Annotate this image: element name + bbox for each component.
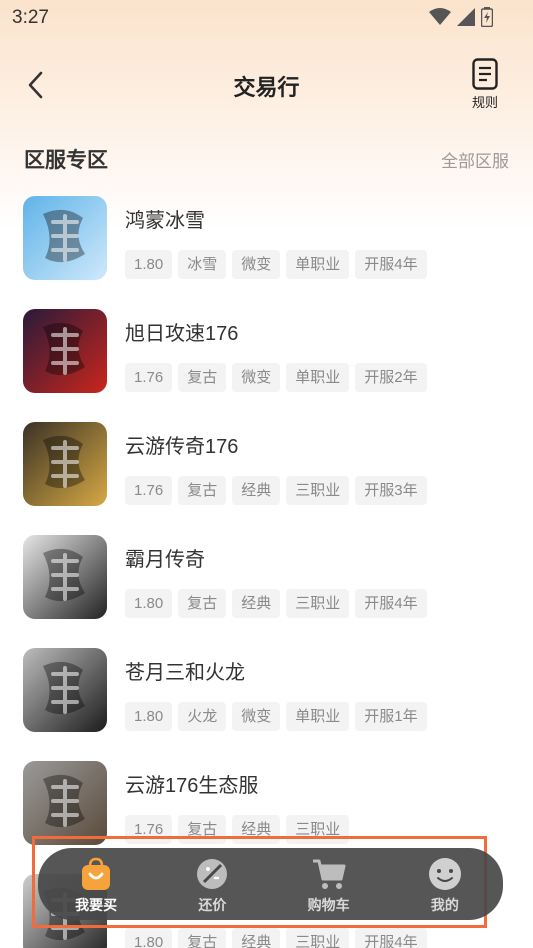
game-tag: 微变: [232, 250, 281, 279]
game-list-item[interactable]: 云游传奇176 1.76 复古 经典 三职业 开服3年: [0, 416, 533, 529]
tab-cart[interactable]: 购物车: [271, 848, 387, 920]
game-list-item[interactable]: 霸月传奇 1.80 复古 经典 三职业 开服4年: [0, 529, 533, 642]
signal-icon: [457, 8, 475, 26]
game-name: 鸿蒙冰雪: [125, 210, 205, 232]
game-tags: 1.76 复古 微变 单职业 开服2年: [125, 363, 427, 392]
game-tag: 经典: [232, 589, 281, 618]
game-name: 云游传奇176: [125, 436, 239, 458]
game-tag: 微变: [232, 702, 281, 731]
game-tag: 单职业: [286, 363, 350, 392]
battery-icon: [481, 7, 493, 27]
game-tag: 冰雪: [178, 250, 227, 279]
game-tag: 开服4年: [355, 250, 427, 279]
game-list-item[interactable]: 苍月三和火龙 1.80 火龙 微变 单职业 开服1年: [0, 642, 533, 755]
game-tags: 1.80 冰雪 微变 单职业 开服4年: [125, 250, 427, 279]
game-tag: 复古: [178, 363, 227, 392]
game-name: 霸月传奇: [125, 549, 205, 571]
smiley-icon: [428, 858, 461, 890]
game-tag: 开服3年: [355, 476, 427, 505]
game-tag: 经典: [232, 476, 281, 505]
section-title: 区服专区: [24, 149, 108, 172]
game-name: 云游176生态服: [125, 775, 259, 797]
game-list: 鸿蒙冰雪 1.80 冰雪 微变 单职业 开服4年 旭日攻速176 1.76 复古 微变 单职业 开服2…: [0, 190, 533, 948]
game-tags: 1.80 复古 经典 三职业 开服4年: [125, 589, 427, 618]
ice-dragon-icon: [23, 196, 107, 280]
game-name: 旭日攻速176: [125, 323, 239, 345]
game-tag: 三职业: [286, 476, 350, 505]
game-tag: 复古: [178, 589, 227, 618]
game-tag: 开服4年: [355, 928, 427, 948]
game-tag: 开服2年: [355, 363, 427, 392]
tab-label: 我的: [430, 897, 459, 913]
game-tag: 复古: [178, 928, 227, 948]
sword-icon: [23, 309, 107, 393]
game-tag: 开服1年: [355, 702, 427, 731]
page-title: 交易行: [233, 75, 300, 100]
game-list-item[interactable]: 旭日攻速176 1.76 复古 微变 单职业 开服2年: [0, 303, 533, 416]
game-tag: 单职业: [286, 250, 350, 279]
game-list-item[interactable]: 鸿蒙冰雪 1.80 冰雪 微变 单职业 开服4年: [0, 190, 533, 303]
section-header: 区服专区 全部区服: [24, 140, 509, 176]
game-tag: 火龙: [178, 702, 227, 731]
tab-label: 还价: [198, 897, 227, 913]
yunyou-stone-icon: [23, 761, 107, 845]
dragon-icon: [23, 535, 107, 619]
wifi-icon: [429, 8, 451, 25]
game-tag: 三职业: [286, 928, 350, 948]
all-servers-link[interactable]: 全部区服: [441, 147, 509, 172]
game-tag: 微变: [232, 363, 281, 392]
game-tag: 1.80: [125, 928, 173, 948]
game-name: 苍月三和火龙: [125, 662, 245, 684]
game-tag: 经典: [232, 928, 281, 948]
game-tag: 1.76: [125, 476, 173, 505]
game-tag: 三职业: [286, 589, 350, 618]
fire-dragon-icon: [23, 648, 107, 732]
bargain-icon: [197, 859, 228, 889]
shopping-bag-icon: [82, 857, 111, 890]
game-tag: 1.76: [125, 363, 173, 392]
tab-buy[interactable]: 我要买: [38, 848, 154, 920]
game-tag: 单职业: [286, 702, 350, 731]
tab-mine[interactable]: 我的: [387, 848, 503, 920]
tab-bargain[interactable]: 还价: [154, 848, 270, 920]
cart-icon: [312, 859, 346, 889]
yunyou-icon: [23, 422, 107, 506]
game-tag: 1.80: [125, 589, 173, 618]
document-icon: [472, 58, 498, 90]
tab-label: 我要买: [75, 897, 118, 913]
game-tag: 复古: [178, 476, 227, 505]
game-tag: 1.80: [125, 250, 173, 279]
game-tag: 1.80: [125, 702, 173, 731]
game-tags: 1.80 复古 经典 三职业 开服4年: [125, 928, 427, 948]
tab-label: 购物车: [307, 897, 350, 913]
game-tag: 开服4年: [355, 589, 427, 618]
rules-label: 规则: [471, 95, 498, 110]
nav-bar: 交易行 规则: [0, 50, 533, 120]
status-icons: [429, 7, 493, 27]
game-tags: 1.76 复古 经典 三职业 开服3年: [125, 476, 427, 505]
status-bar: 3:27: [0, 0, 533, 36]
rules-button[interactable]: 规则: [467, 58, 503, 111]
game-tags: 1.80 火龙 微变 单职业 开服1年: [125, 702, 427, 731]
tab-bar: 我要买 还价 购物车 我的: [38, 848, 503, 920]
status-time: 3:27: [12, 7, 49, 28]
